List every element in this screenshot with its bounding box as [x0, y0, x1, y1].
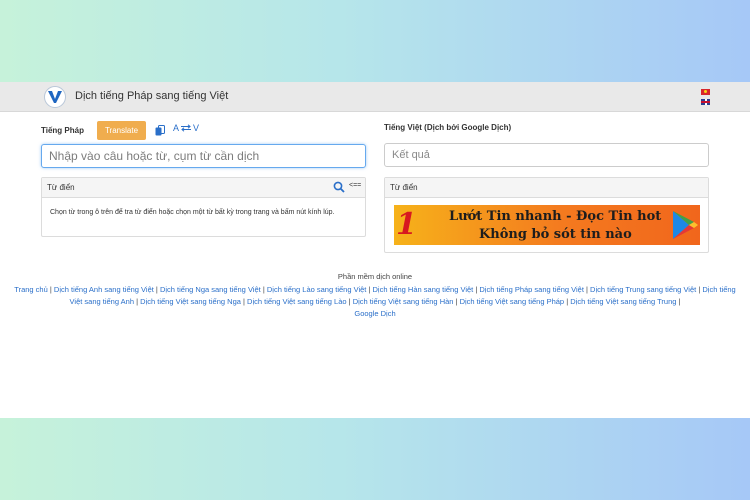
footer-link[interactable]: Dịch tiếng Việt sang tiếng Nga: [140, 297, 241, 306]
source-language-label: Tiếng Pháp: [41, 126, 84, 135]
footer-link-home[interactable]: Trang chủ: [14, 285, 48, 294]
site-title: Dịch tiếng Pháp sang tiếng Việt: [75, 90, 229, 102]
site-logo-icon[interactable]: [44, 86, 66, 108]
target-language-label: Tiếng Việt (Dịch bởi Google Dịch): [384, 123, 512, 132]
swap-language-button[interactable]: A V: [173, 123, 199, 133]
banner-subline: Không bỏ sót tin nào: [479, 227, 632, 242]
right-dictionary-panel: Từ điển 1 Lướt Tin nhanh - Đọc Tin hot K…: [384, 177, 709, 253]
lookup-arrow-button[interactable]: <==: [349, 182, 361, 189]
swap-arrows-icon: [181, 124, 192, 132]
swap-to-label: V: [193, 123, 200, 133]
banner-headline: Lướt Tin nhanh - Đọc Tin hot: [449, 209, 662, 224]
swap-from-label: A: [173, 123, 180, 133]
footer-link[interactable]: Dịch tiếng Việt sang tiếng Pháp: [460, 297, 565, 306]
footer-link[interactable]: Dịch tiếng Việt sang tiếng Hàn: [353, 297, 454, 306]
footer-link[interactable]: Dịch tiếng Việt sang tiếng Trung: [570, 297, 676, 306]
right-panel-title: Từ điển: [390, 183, 418, 192]
banner-logo: 1: [396, 207, 417, 242]
ad-banner[interactable]: 1 Lướt Tin nhanh - Đọc Tin hot Không bỏ …: [394, 205, 700, 245]
google-play-icon: [673, 211, 698, 239]
footer-link[interactable]: Dịch tiếng Hàn sang tiếng Việt: [373, 285, 474, 294]
vietnamese-flag-icon[interactable]: [701, 89, 710, 95]
footer-link[interactable]: Dịch tiếng Nga sang tiếng Việt: [160, 285, 261, 294]
search-icon[interactable]: [333, 181, 345, 193]
dictionary-panel-header: Từ điển <==: [42, 178, 365, 198]
footer-heading: Phần mềm dịch online: [337, 272, 413, 281]
dictionary-title: Từ điển: [47, 183, 75, 192]
english-flag-icon[interactable]: [701, 99, 710, 105]
translation-result: Kết quả: [384, 143, 709, 167]
footer-link-google-translate[interactable]: Google Dịch: [354, 309, 395, 318]
footer-link[interactable]: Dịch tiếng Lào sang tiếng Việt: [267, 285, 367, 294]
footer-link[interactable]: Dịch tiếng Pháp sang tiếng Việt: [479, 285, 584, 294]
right-panel-header: Từ điển: [385, 178, 708, 198]
translate-button[interactable]: Translate: [97, 121, 146, 140]
source-text-input[interactable]: [41, 144, 366, 168]
dictionary-help-text: Chọn từ trong ô trên để tra từ điển hoặc…: [50, 209, 335, 216]
copy-icon[interactable]: [155, 124, 165, 136]
footer-link[interactable]: Dịch tiếng Trung sang tiếng Việt: [590, 285, 696, 294]
footer-link[interactable]: Dịch tiếng Anh sang tiếng Việt: [54, 285, 154, 294]
dictionary-panel: Từ điển <== Chọn từ trong ô trên để tra …: [41, 177, 366, 237]
footer-links: Trang chủ | Dịch tiếng Anh sang tiếng Vi…: [14, 285, 736, 318]
top-bar: Dịch tiếng Pháp sang tiếng Việt: [0, 82, 750, 112]
footer-link[interactable]: Dịch tiếng Việt sang tiếng Lào: [247, 297, 347, 306]
